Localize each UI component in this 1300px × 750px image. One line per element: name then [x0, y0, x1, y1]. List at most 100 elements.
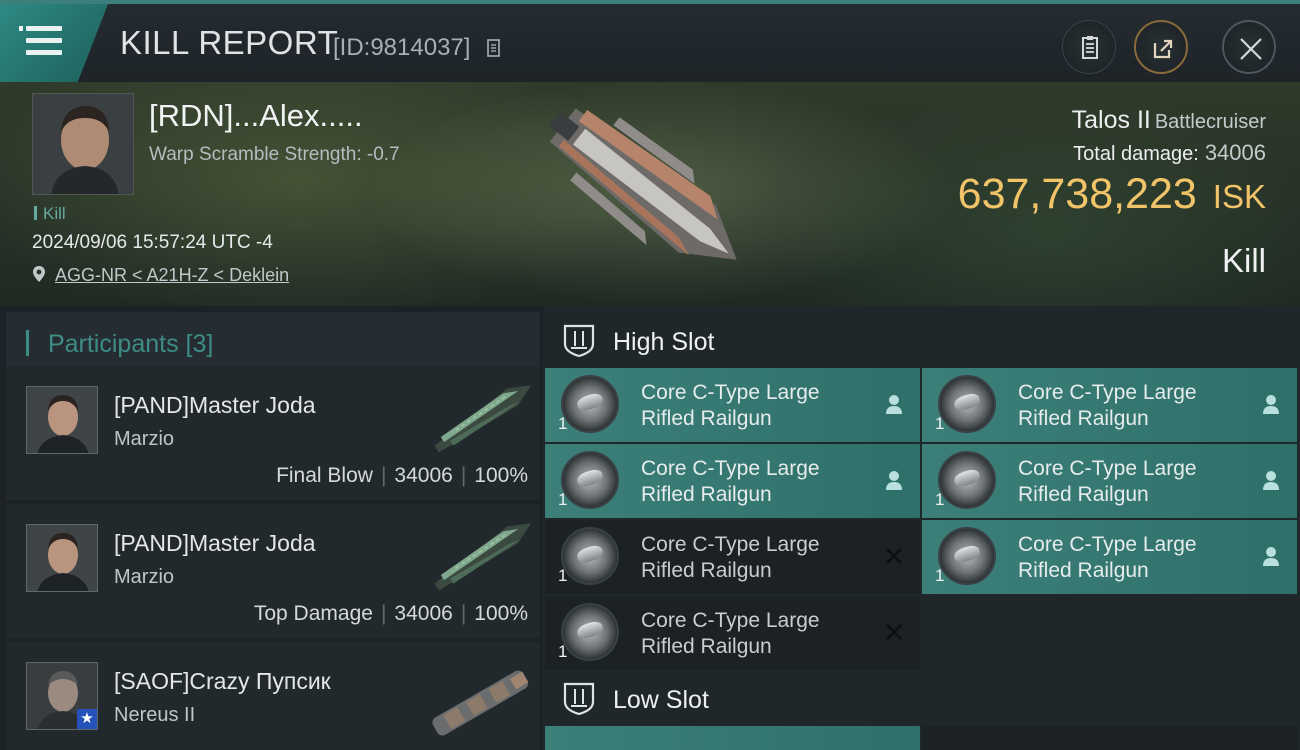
module-name: Core C-Type Large Rifled Railgun	[641, 381, 820, 430]
participant-name: [PAND]Master Joda	[114, 392, 316, 418]
module-name: Core C-Type Large Rifled Railgun	[641, 533, 820, 582]
module-name: Core C-Type Large Rifled Railgun	[1018, 457, 1197, 506]
destroyed-x-icon	[886, 548, 902, 564]
report-id: [ID:9814037]	[333, 34, 471, 61]
participant-ship: Nereus II	[114, 704, 196, 726]
module-item[interactable]	[922, 726, 1297, 750]
module-qty: 1	[558, 566, 568, 585]
victim-summary: [RDN]...Alex..... Warp Scramble Strength…	[0, 82, 1300, 306]
participant-card[interactable]: ★ [SAOF]Crazy Пупсик Nereus II	[6, 642, 540, 750]
close-button[interactable]	[1222, 20, 1276, 74]
participant-damage: 34006	[394, 602, 453, 625]
low-slot-label: Low Slot	[613, 686, 709, 714]
total-damage-value: 34006	[1204, 140, 1266, 165]
location-link[interactable]: AGG-NR < A21H-Z < Deklein	[55, 265, 289, 285]
kill-location[interactable]: AGG-NR < A21H-Z < Deklein	[32, 265, 289, 286]
kill-result: Kill	[1221, 242, 1266, 279]
participant-name: [SAOF]Crazy Пупсик	[114, 668, 331, 694]
victim-ship-image[interactable]	[520, 92, 780, 297]
slot-shield-icon	[563, 324, 595, 358]
location-pin-icon	[33, 266, 45, 282]
participant-ship: Marzio	[114, 566, 175, 588]
total-damage: Total damage: 34006	[1073, 140, 1266, 165]
module-item[interactable]: 1 Core C-Type Large Rifled Railgun	[545, 520, 920, 594]
person-icon	[1263, 547, 1279, 566]
participant-role: Final Blow	[276, 464, 373, 487]
share-icon	[1153, 39, 1173, 59]
menu-icon	[19, 26, 62, 31]
participants-header[interactable]: Participants [3]	[6, 312, 540, 372]
kill-tag: Kill	[34, 204, 66, 224]
copy-icon[interactable]	[487, 39, 503, 59]
participant-card[interactable]: [PAND]Master Joda Marzio Final Blow | 3400…	[6, 366, 540, 500]
slot-shield-icon	[563, 682, 595, 716]
warp-scramble-strength: Warp Scramble Strength: -0.7	[149, 144, 400, 165]
module-qty: 1	[558, 414, 568, 433]
high-slot-header: High Slot	[543, 310, 1300, 372]
module-item[interactable]: 1 Core C-Type Large Rifled Railgun	[545, 444, 920, 518]
module-item[interactable]: 1 Core C-Type Large Rifled Railgun	[922, 444, 1297, 518]
module-item[interactable]: 1 Core C-Type Large Rifled Railgun	[545, 596, 920, 670]
participant-ship: Marzio	[114, 428, 175, 450]
victim-avatar[interactable]	[32, 93, 134, 195]
railgun-icon	[561, 527, 619, 585]
module-qty: 1	[935, 566, 945, 585]
railgun-icon	[938, 527, 996, 585]
person-icon	[886, 395, 902, 414]
clipboard-button[interactable]	[1062, 20, 1116, 74]
participant-avatar	[26, 524, 98, 592]
clipboard-icon	[1082, 36, 1098, 59]
isk-unit: ISK	[1212, 178, 1266, 215]
railgun-icon	[938, 451, 996, 509]
victim-ship-name[interactable]: Talos II Battlecruiser	[1072, 106, 1266, 135]
participant-ship-image	[434, 385, 532, 453]
fitting-panel: High Slot 1 Core C-Type Large Rifled Rail…	[543, 306, 1300, 750]
module-qty: 1	[935, 414, 945, 433]
person-icon	[886, 471, 902, 490]
low-slot-header: Low Slot	[543, 668, 1300, 730]
participant-avatar: ★	[26, 662, 98, 730]
isk-value: 637,738,223 ISK	[957, 170, 1266, 218]
participant-avatar	[26, 386, 98, 454]
kill-datetime: 2024/09/06 15:57:24 UTC -4	[32, 232, 273, 253]
close-icon	[1240, 38, 1262, 60]
victim-ship-class: Battlecruiser	[1154, 111, 1266, 133]
star-badge-icon: ★	[77, 709, 97, 729]
module-qty: 1	[558, 642, 568, 661]
module-name: Core C-Type Large Rifled Railgun	[1018, 381, 1197, 430]
participants-count: [3]	[185, 330, 214, 358]
person-icon	[1263, 395, 1279, 414]
participant-ship-image	[432, 670, 529, 736]
victim-name[interactable]: [RDN]...Alex.....	[149, 98, 363, 134]
participant-stats: Final Blow | 34006 | 100%	[276, 464, 528, 487]
share-button[interactable]	[1134, 20, 1188, 74]
page-title: KILL REPORT	[120, 24, 339, 61]
menu-button[interactable]	[0, 4, 108, 82]
participant-role: Top Damage	[253, 602, 373, 625]
railgun-icon	[561, 603, 619, 661]
railgun-icon	[561, 375, 619, 433]
header-bar: KILL REPORT [ID:9814037]	[0, 0, 1300, 82]
module-name: Core C-Type Large Rifled Railgun	[1018, 533, 1197, 582]
participant-ship-image	[434, 523, 532, 591]
participants-label: Participants	[47, 330, 179, 358]
high-slot-label: High Slot	[613, 328, 715, 356]
participant-name: [PAND]Master Joda	[114, 530, 316, 556]
railgun-icon	[561, 451, 619, 509]
participants-panel: Participants [3] [PAND]Master Joda Marzi…	[0, 306, 543, 750]
module-item[interactable]: 1 Core C-Type Large Rifled Railgun	[922, 520, 1297, 594]
module-item[interactable]	[545, 726, 920, 750]
module-item[interactable]: 1 Core C-Type Large Rifled Railgun	[922, 368, 1297, 442]
module-name: Core C-Type Large Rifled Railgun	[641, 457, 820, 506]
participant-percent: 100%	[474, 464, 528, 487]
module-item[interactable]: 1 Core C-Type Large Rifled Railgun	[545, 368, 920, 442]
railgun-icon	[938, 375, 996, 433]
participant-card[interactable]: [PAND]Master Joda Marzio Top Damage | 3400…	[6, 504, 540, 638]
participant-stats: Top Damage | 34006 | 100%	[253, 602, 528, 625]
module-qty: 1	[558, 490, 568, 509]
module-name: Core C-Type Large Rifled Railgun	[641, 609, 820, 658]
participant-damage: 34006	[394, 464, 453, 487]
participant-percent: 100%	[474, 602, 528, 625]
destroyed-x-icon	[886, 624, 902, 640]
module-qty: 1	[935, 490, 945, 509]
